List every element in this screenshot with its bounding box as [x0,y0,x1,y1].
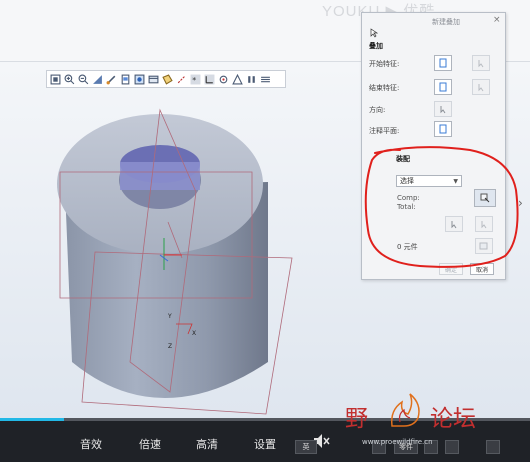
orient-icon[interactable] [105,73,118,86]
svg-text:*: * [192,75,196,84]
assembly-select-value: 选择 [400,177,414,185]
ime-indicator[interactable]: 英 [295,440,317,454]
total-label: Total: [397,203,416,211]
speed-button[interactable]: 倍速 [139,436,161,452]
chevron-down-icon: ▼ [453,177,458,185]
display-style-icon[interactable] [133,73,146,86]
zoom-in-icon[interactable] [63,73,76,86]
saved-views-icon[interactable] [119,73,132,86]
repaint-icon[interactable] [91,73,104,86]
start-feature-select-button[interactable] [434,55,452,71]
end-feature-select-button[interactable] [434,79,452,95]
annotation-plane-button[interactable] [434,121,452,137]
progress-fill [0,418,64,421]
spin-center-icon[interactable] [217,73,230,86]
assembly-component-button[interactable] [474,189,496,207]
y-axis-label: Y [167,313,172,320]
more-icon[interactable] [259,73,272,86]
z-axis-label: Z [168,343,172,350]
assembly-remove-button[interactable] [475,238,493,254]
annotation-plane-label: 注释平面: [369,127,400,135]
start-feature-label: 开始特征: [369,60,400,68]
view-manager-icon[interactable] [147,73,160,86]
direction-label: 方向: [369,106,386,114]
cancel-button[interactable]: 取消 [470,263,494,275]
audio-effect-button[interactable]: 音效 [80,436,102,452]
csys-display-icon[interactable] [203,73,216,86]
taskbar-tile-4[interactable] [445,440,459,454]
brand-url: www.proewildfire.cn [362,438,433,446]
pause-icon[interactable] [245,73,258,86]
new-stack-panel: 新建叠加 × 叠加 开始特征: 结束特征: 方向: 注释平面: 装配 选择 ▼ … [361,12,506,280]
flame-icon [390,393,420,427]
annotation-display-icon[interactable] [231,73,244,86]
zoom-out-icon[interactable] [77,73,90,86]
point-display-icon[interactable]: * [189,73,202,86]
start-feature-pick-button[interactable] [472,55,490,71]
assembly-select[interactable]: 选择 ▼ [396,175,462,187]
end-feature-pick-button[interactable] [472,79,490,95]
panel-title: 新建叠加 [432,18,460,26]
settings-button[interactable]: 设置 [254,436,276,452]
assembly-section-label: 装配 [396,155,410,163]
brand-logo-text-2: 论坛 [430,406,476,432]
plane-display-icon[interactable] [161,73,174,86]
end-feature-label: 结束特征: [369,84,400,92]
ok-button[interactable]: 确定 [439,263,463,275]
assembly-pick-button[interactable] [445,216,463,232]
stack-section-label: 叠加 [369,42,383,50]
chevron-right-icon[interactable]: › [518,196,530,218]
graphics-toolbar: * [46,70,286,88]
assembly-pick-add-button[interactable] [475,216,493,232]
brand-logo-text-1: 野 [345,406,368,432]
comp-label: Comp: [397,194,420,202]
refit-icon[interactable] [49,73,62,86]
axis-display-icon[interactable] [175,73,188,86]
quality-button[interactable]: 高清 [196,436,218,452]
x-axis-label: X [192,330,196,337]
close-icon[interactable]: × [493,15,501,25]
taskbar-tile-5[interactable] [486,440,500,454]
cursor-icon [370,28,378,38]
direction-pick-button[interactable] [434,101,452,117]
elements-count: 0 元件 [397,243,418,251]
